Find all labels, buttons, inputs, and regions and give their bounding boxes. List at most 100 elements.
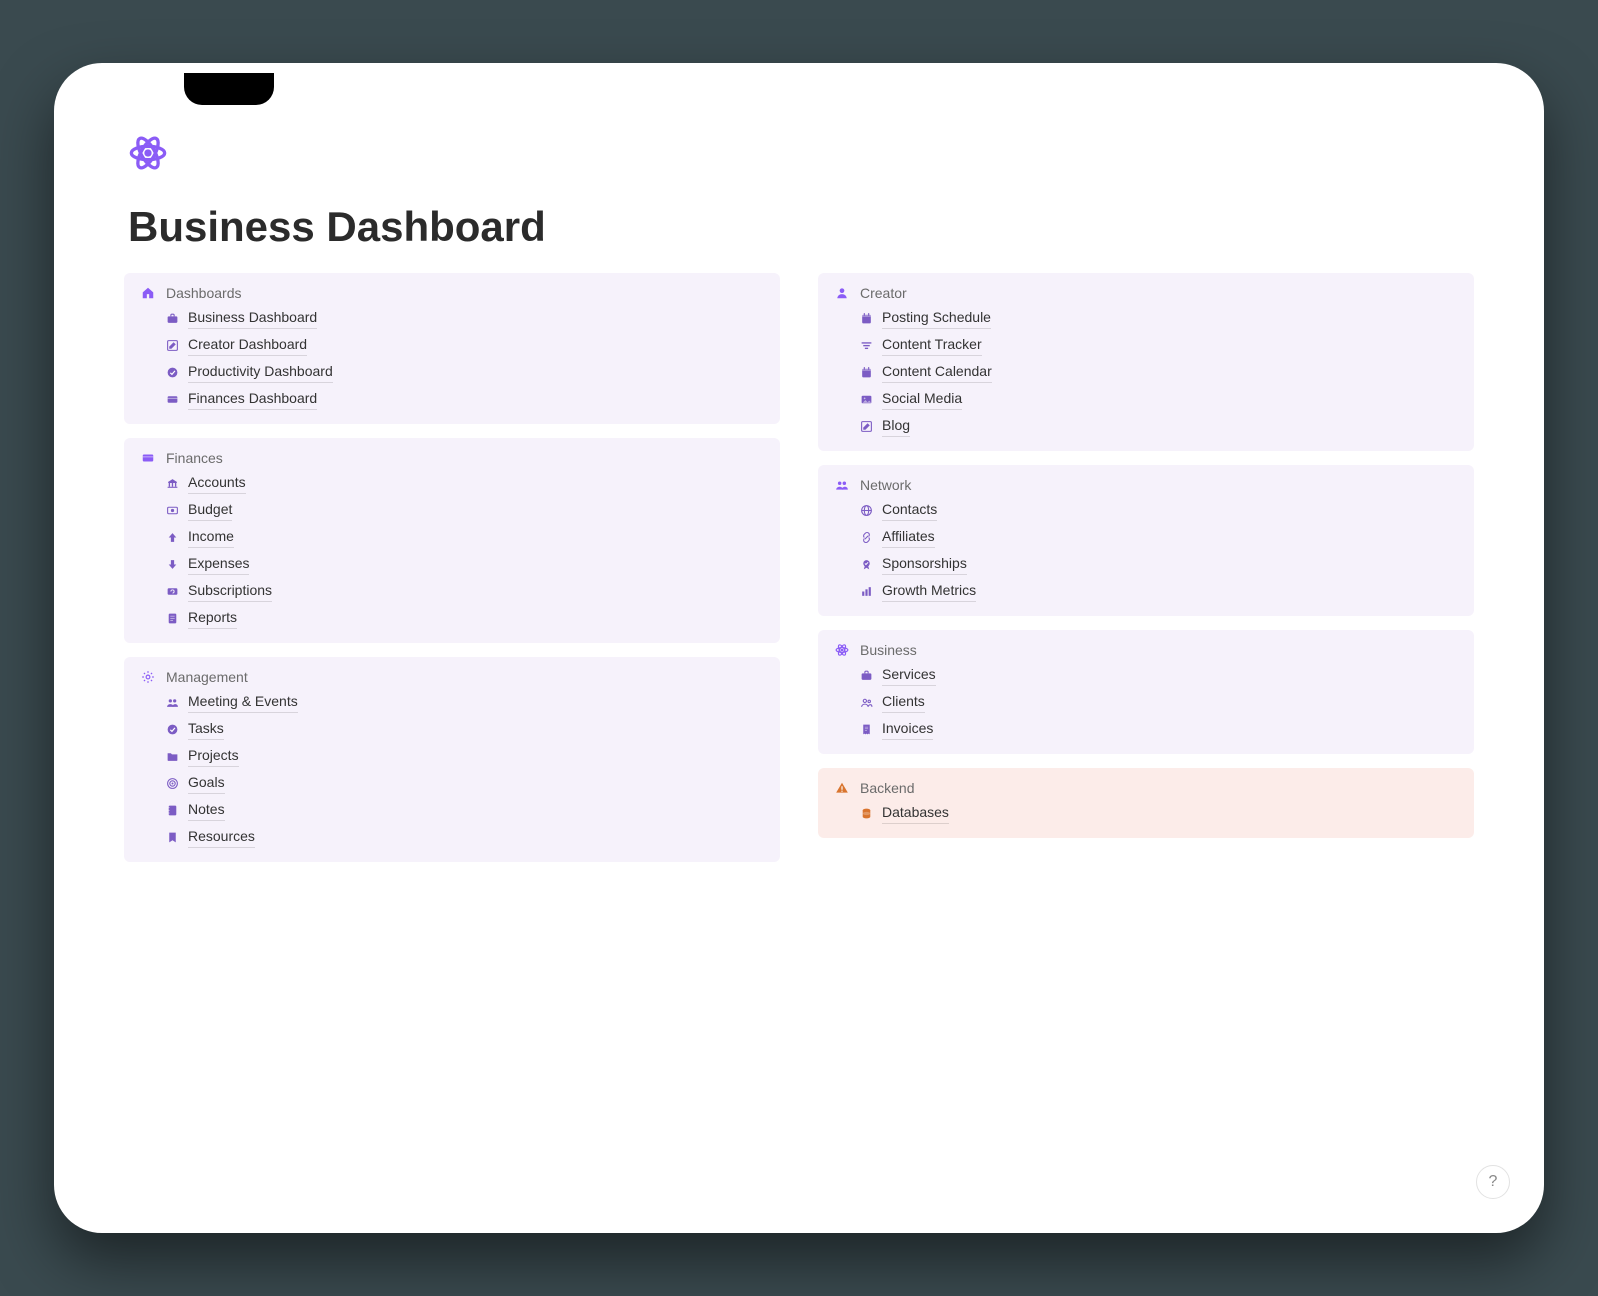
nav-item-finances-2[interactable]: Income (164, 526, 764, 548)
bank-icon (164, 475, 180, 491)
section-header: Network (834, 477, 1458, 493)
section-title: Backend (860, 780, 914, 796)
nav-item-dashboards-3[interactable]: Finances Dashboard (164, 388, 764, 410)
nav-item-label: Projects (188, 745, 239, 767)
atom-icon (834, 642, 850, 658)
section-items: Business Dashboard Creator Dashboard Produ… (140, 307, 764, 410)
nav-item-label: Content Calendar (882, 361, 992, 383)
nav-item-label: Resources (188, 826, 255, 848)
nav-item-label: Expenses (188, 553, 249, 575)
device-notch (184, 73, 274, 105)
section-title: Creator (860, 285, 907, 301)
section-header: Finances (140, 450, 764, 466)
note-icon (164, 802, 180, 818)
nav-item-label: Services (882, 664, 936, 686)
section-finances: Finances Accounts Budget Income Expenses Subs… (124, 438, 780, 643)
nav-item-management-3[interactable]: Goals (164, 772, 764, 794)
section-business: BusinessServicesClientsInvoices (818, 630, 1474, 754)
nav-item-creator-0[interactable]: Posting Schedule (858, 307, 1458, 329)
nav-item-label: Productivity Dashboard (188, 361, 333, 383)
nav-item-finances-3[interactable]: Expenses (164, 553, 764, 575)
check-circle-icon (164, 721, 180, 737)
people-icon (164, 694, 180, 710)
nav-item-management-0[interactable]: Meeting & Events (164, 691, 764, 713)
section-header: Dashboards (140, 285, 764, 301)
nav-item-creator-4[interactable]: Blog (858, 415, 1458, 437)
badge-icon (858, 556, 874, 572)
nav-item-business-1[interactable]: Clients (858, 691, 1458, 713)
card-icon (164, 391, 180, 407)
nav-item-label: Tasks (188, 718, 224, 740)
nav-item-network-2[interactable]: Sponsorships (858, 553, 1458, 575)
section-network: Network Contacts Affiliates Sponsorships Gro… (818, 465, 1474, 616)
nav-item-dashboards-0[interactable]: Business Dashboard (164, 307, 764, 329)
bookmark-icon (164, 829, 180, 845)
chart-icon (858, 583, 874, 599)
nav-item-creator-1[interactable]: Content Tracker (858, 334, 1458, 356)
left-column: Dashboards Business Dashboard Creator Dash… (124, 273, 780, 862)
section-backend: Backend Databases (818, 768, 1474, 838)
section-items: Meeting & Events Tasks Projects Goals Notes R… (140, 691, 764, 848)
nav-item-label: Growth Metrics (882, 580, 976, 602)
section-items: Accounts Budget Income Expenses Subscription… (140, 472, 764, 629)
section-header: Backend (834, 780, 1458, 796)
nav-item-management-4[interactable]: Notes (164, 799, 764, 821)
page-title: Business Dashboard (128, 203, 1474, 251)
people-icon (834, 477, 850, 493)
nav-item-backend-0[interactable]: Databases (858, 802, 1458, 824)
nav-item-dashboards-1[interactable]: Creator Dashboard (164, 334, 764, 356)
nav-item-management-5[interactable]: Resources (164, 826, 764, 848)
section-header: Creator (834, 285, 1458, 301)
nav-item-business-0[interactable]: Services (858, 664, 1458, 686)
nav-item-finances-1[interactable]: Budget (164, 499, 764, 521)
nav-item-label: Accounts (188, 472, 246, 494)
nav-item-management-2[interactable]: Projects (164, 745, 764, 767)
nav-item-creator-2[interactable]: Content Calendar (858, 361, 1458, 383)
nav-item-network-3[interactable]: Growth Metrics (858, 580, 1458, 602)
nav-item-label: Finances Dashboard (188, 388, 317, 410)
briefcase-icon (858, 667, 874, 683)
document-icon (164, 610, 180, 626)
right-column: Creator Posting Schedule Content Tracker Co… (818, 273, 1474, 862)
nav-item-label: Sponsorships (882, 553, 967, 575)
person-icon (834, 285, 850, 301)
nav-item-network-1[interactable]: Affiliates (858, 526, 1458, 548)
nav-item-finances-5[interactable]: Reports (164, 607, 764, 629)
target-icon (164, 775, 180, 791)
section-header: Management (140, 669, 764, 685)
gear-icon (140, 669, 156, 685)
columns: Dashboards Business Dashboard Creator Dash… (124, 273, 1474, 862)
money-icon (164, 502, 180, 518)
compose-icon (858, 418, 874, 434)
nav-item-finances-4[interactable]: Subscriptions (164, 580, 764, 602)
nav-item-finances-0[interactable]: Accounts (164, 472, 764, 494)
check-circle-icon (164, 364, 180, 380)
section-items: Services Clients Invoices (834, 664, 1458, 740)
arrow-up-icon (164, 529, 180, 545)
nav-item-label: Creator Dashboard (188, 334, 307, 356)
nav-item-label: Contacts (882, 499, 937, 521)
refresh-icon (164, 583, 180, 599)
nav-item-dashboards-2[interactable]: Productivity Dashboard (164, 361, 764, 383)
home-icon (140, 285, 156, 301)
nav-item-management-1[interactable]: Tasks (164, 718, 764, 740)
nav-item-label: Social Media (882, 388, 962, 410)
nav-item-label: Budget (188, 499, 232, 521)
calendar-icon (858, 364, 874, 380)
nav-item-label: Notes (188, 799, 225, 821)
nav-item-label: Invoices (882, 718, 933, 740)
help-button[interactable]: ? (1476, 1165, 1510, 1199)
nav-item-network-0[interactable]: Contacts (858, 499, 1458, 521)
section-creator: Creator Posting Schedule Content Tracker Co… (818, 273, 1474, 451)
section-management: Management Meeting & Events Tasks Projects G… (124, 657, 780, 862)
nav-item-business-2[interactable]: Invoices (858, 718, 1458, 740)
warning-icon (834, 780, 850, 796)
nav-item-creator-3[interactable]: Social Media (858, 388, 1458, 410)
arrow-down-icon (164, 556, 180, 572)
section-items: Contacts Affiliates Sponsorships Growth Met… (834, 499, 1458, 602)
section-items: Posting Schedule Content Tracker Content C… (834, 307, 1458, 437)
calendar-icon (858, 310, 874, 326)
section-title: Management (166, 669, 248, 685)
section-items: Databases (834, 802, 1458, 824)
nav-item-label: Business Dashboard (188, 307, 317, 329)
